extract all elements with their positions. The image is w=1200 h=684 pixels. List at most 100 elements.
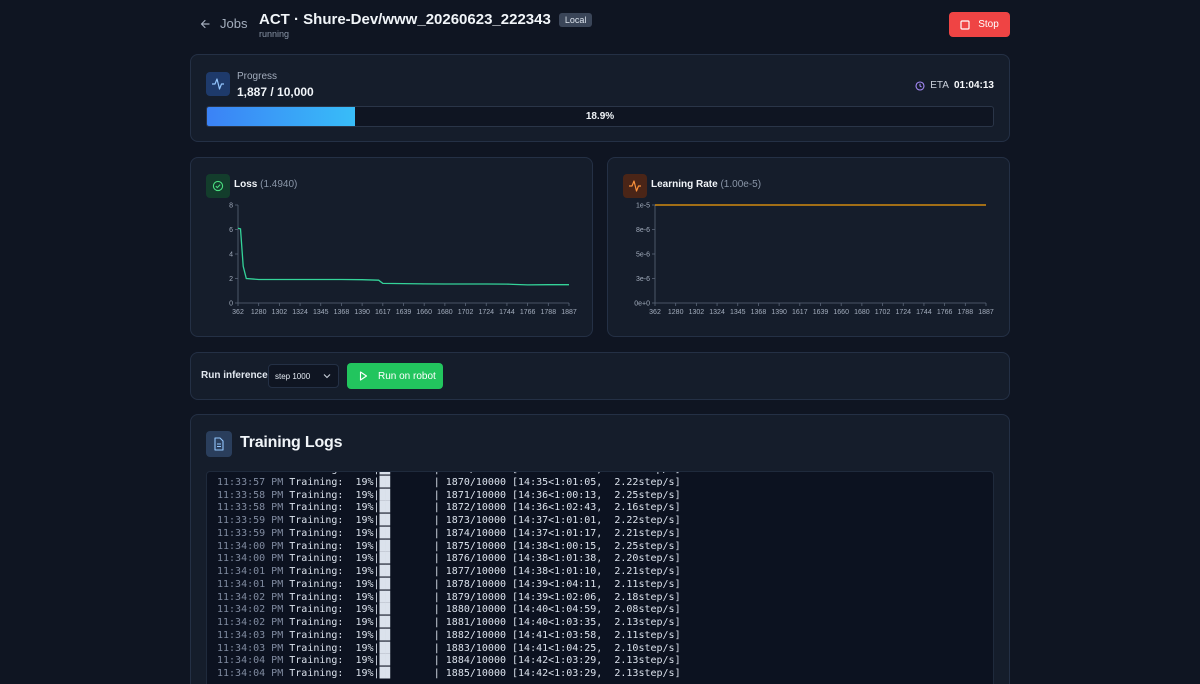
log-text: Training: 19%|█▊ | 1874/10000 [14:37<1:0… xyxy=(283,527,681,539)
loss-chart-card: Loss (1.4940) 0 2 4 6 8 362 1280 1302 1324 1345 13… xyxy=(190,157,593,337)
file-text-icon xyxy=(206,431,232,457)
x-tick-label: 1766 xyxy=(520,309,536,316)
log-line: 11:33:59 PM Training: 19%|█▊ | 1874/1000… xyxy=(217,528,681,541)
x-tick-label: 1280 xyxy=(251,309,267,316)
log-line: 11:34:04 PM Training: 19%|█▊ | 1885/1000… xyxy=(217,668,681,681)
x-tick-label: 1788 xyxy=(958,309,974,316)
log-text: Training: 19%|█▊ | 1872/10000 [14:36<1:0… xyxy=(283,502,681,514)
y-tick-label: 6 xyxy=(229,227,233,234)
lr-chart: 0e+0 3e-6 5e-6 8e-6 1e-5 362 1280 1302 1324 1345 1… xyxy=(634,203,994,317)
log-text: Training: 19%|█▊ | 1875/10000 [14:38<1:0… xyxy=(283,540,681,552)
log-text: Training: 19%|█▊ | 1880/10000 [14:40<1:0… xyxy=(283,604,681,616)
x-tick-label: 1302 xyxy=(689,309,705,316)
job-title-row: ACT · Shure-Dev/www_20260623_222343 Loca… xyxy=(259,11,593,28)
y-tick-label: 1e-5 xyxy=(636,203,650,210)
log-timestamp: 11:34:04 PM xyxy=(217,655,284,667)
x-tick-label: 1368 xyxy=(751,309,767,316)
page-title: ACT · Shure-Dev/www_20260623_222343 xyxy=(259,11,551,28)
log-text: Training: 19%|█▊ | 1885/10000 [14:42<1:0… xyxy=(283,668,681,679)
y-tick-label: 0 xyxy=(229,301,233,308)
eta: ETA 01:04:13 xyxy=(915,80,994,91)
x-tick-label: 1680 xyxy=(437,309,453,316)
x-tick-label: 1744 xyxy=(916,309,932,316)
log-text: Training: 19%|█▊ | 1876/10000 [14:38<1:0… xyxy=(283,553,681,565)
progress-count: 1,887 / 10,000 xyxy=(237,85,314,99)
log-line: 11:33:58 PM Training: 19%|█▊ | 1871/1000… xyxy=(217,490,681,503)
log-timestamp: 11:34:02 PM xyxy=(217,604,284,616)
run-on-robot-button[interactable]: Run on robot xyxy=(347,363,443,389)
job-status: running xyxy=(259,29,290,39)
x-tick-label: 1887 xyxy=(978,309,994,316)
x-tick-label: 1660 xyxy=(416,309,432,316)
inference-label: Run inference xyxy=(201,370,268,381)
run-label: Run on robot xyxy=(378,370,436,382)
x-tick-label: 1660 xyxy=(833,309,849,316)
eta-value: 01:04:13 xyxy=(953,80,994,91)
x-tick-label: 1617 xyxy=(375,309,391,316)
log-text: Training: 19%|█▊ | 1882/10000 [14:41<1:0… xyxy=(283,629,681,641)
log-timestamp: 11:34:01 PM xyxy=(217,566,284,577)
y-tick-label: 4 xyxy=(229,252,233,259)
log-line: 11:33:57 PM Training: 19%|█▊ | 1870/1000… xyxy=(217,477,681,490)
x-tick-label: 1324 xyxy=(709,309,725,316)
log-lines: 11:33:57 PM Training: 19%|█▊ | 1869/1000… xyxy=(217,472,681,681)
log-output[interactable]: 11:33:57 PM Training: 19%|█▊ | 1869/1000… xyxy=(206,471,994,684)
x-tick-label: 1680 xyxy=(854,309,870,316)
x-tick-label: 1724 xyxy=(478,309,494,316)
log-text: Training: 19%|█▊ | 1879/10000 [14:39<1:0… xyxy=(283,591,681,603)
log-timestamp: 11:33:59 PM xyxy=(217,527,284,539)
log-timestamp: 11:34:01 PM xyxy=(217,578,284,590)
stop-button[interactable]: Stop xyxy=(949,12,1010,37)
series-line xyxy=(237,227,569,286)
x-tick-label: 1280 xyxy=(668,309,684,316)
square-icon xyxy=(960,19,970,30)
log-line: 11:34:00 PM Training: 19%|█▊ | 1875/1000… xyxy=(217,541,681,554)
log-timestamp: 11:34:03 PM xyxy=(217,642,284,654)
x-tick-label: 1744 xyxy=(499,309,515,316)
log-timestamp: 11:33:57 PM xyxy=(217,476,284,488)
log-text: Training: 19%|█▊ | 1870/10000 [14:35<1:0… xyxy=(283,476,681,488)
y-tick-label: 8e-6 xyxy=(636,227,650,234)
step-select[interactable]: step 1000 xyxy=(268,364,339,388)
x-tick-label: 362 xyxy=(649,309,661,316)
x-tick-label: 1617 xyxy=(792,309,808,316)
x-tick-label: 1345 xyxy=(313,309,329,316)
x-tick-label: 1766 xyxy=(937,309,953,316)
x-tick-label: 1639 xyxy=(813,309,829,316)
logs-card: Training Logs 11:33:57 PM Training: 19%|… xyxy=(190,414,1010,684)
x-tick-label: 1302 xyxy=(272,309,288,316)
log-timestamp: 11:34:02 PM xyxy=(217,591,284,603)
activity-icon xyxy=(206,72,230,96)
log-text: Training: 19%|█▊ | 1883/10000 [14:41<1:0… xyxy=(283,642,681,654)
log-timestamp: 11:34:02 PM xyxy=(217,617,284,628)
log-text: Training: 19%|█▊ | 1881/10000 [14:40<1:0… xyxy=(283,617,681,628)
x-tick-label: 1639 xyxy=(396,309,412,316)
x-tick-label: 1724 xyxy=(895,309,911,316)
log-timestamp: 11:34:00 PM xyxy=(217,553,284,565)
lr-chart-card: Learning Rate (1.00e-5) 0e+0 3e-6 5e-6 8e-6… xyxy=(607,157,1010,337)
arrow-left-icon xyxy=(200,19,210,28)
log-line: 11:34:02 PM Training: 19%|█▊ | 1880/1000… xyxy=(217,604,681,617)
play-icon xyxy=(359,371,368,381)
log-timestamp: 11:34:04 PM xyxy=(217,668,284,679)
log-timestamp: 11:33:58 PM xyxy=(217,502,284,514)
log-line: 11:34:02 PM Training: 19%|█▊ | 1881/1000… xyxy=(217,617,681,630)
log-timestamp: 11:34:00 PM xyxy=(217,540,284,552)
log-line: 11:33:58 PM Training: 19%|█▊ | 1872/1000… xyxy=(217,502,681,515)
back-to-jobs-link[interactable]: Jobs xyxy=(200,16,247,31)
inference-card: Run inference step 1000 Run on robot xyxy=(190,352,1010,400)
stop-label: Stop xyxy=(978,19,999,30)
y-tick-label: 3e-6 xyxy=(636,276,650,283)
step-select-value: step 1000 xyxy=(275,371,311,381)
log-text: Training: 19%|█▊ | 1869/10000 [14:35<1:0… xyxy=(283,472,680,475)
log-text: Training: 19%|█▊ | 1878/10000 [14:39<1:0… xyxy=(283,578,681,590)
y-tick-label: 2 xyxy=(229,276,233,283)
log-timestamp: 11:33:58 PM xyxy=(217,489,284,501)
log-line: 11:34:01 PM Training: 19%|█▊ | 1877/1000… xyxy=(217,566,681,579)
log-line: 11:34:03 PM Training: 19%|█▊ | 1882/1000… xyxy=(217,630,681,643)
log-timestamp: 11:34:03 PM xyxy=(217,629,284,641)
y-tick-label: 0e+0 xyxy=(634,301,650,308)
x-tick-label: 1324 xyxy=(292,309,308,316)
logs-title: Training Logs xyxy=(240,434,343,451)
log-line: 11:34:04 PM Training: 19%|█▊ | 1884/1000… xyxy=(217,655,681,668)
